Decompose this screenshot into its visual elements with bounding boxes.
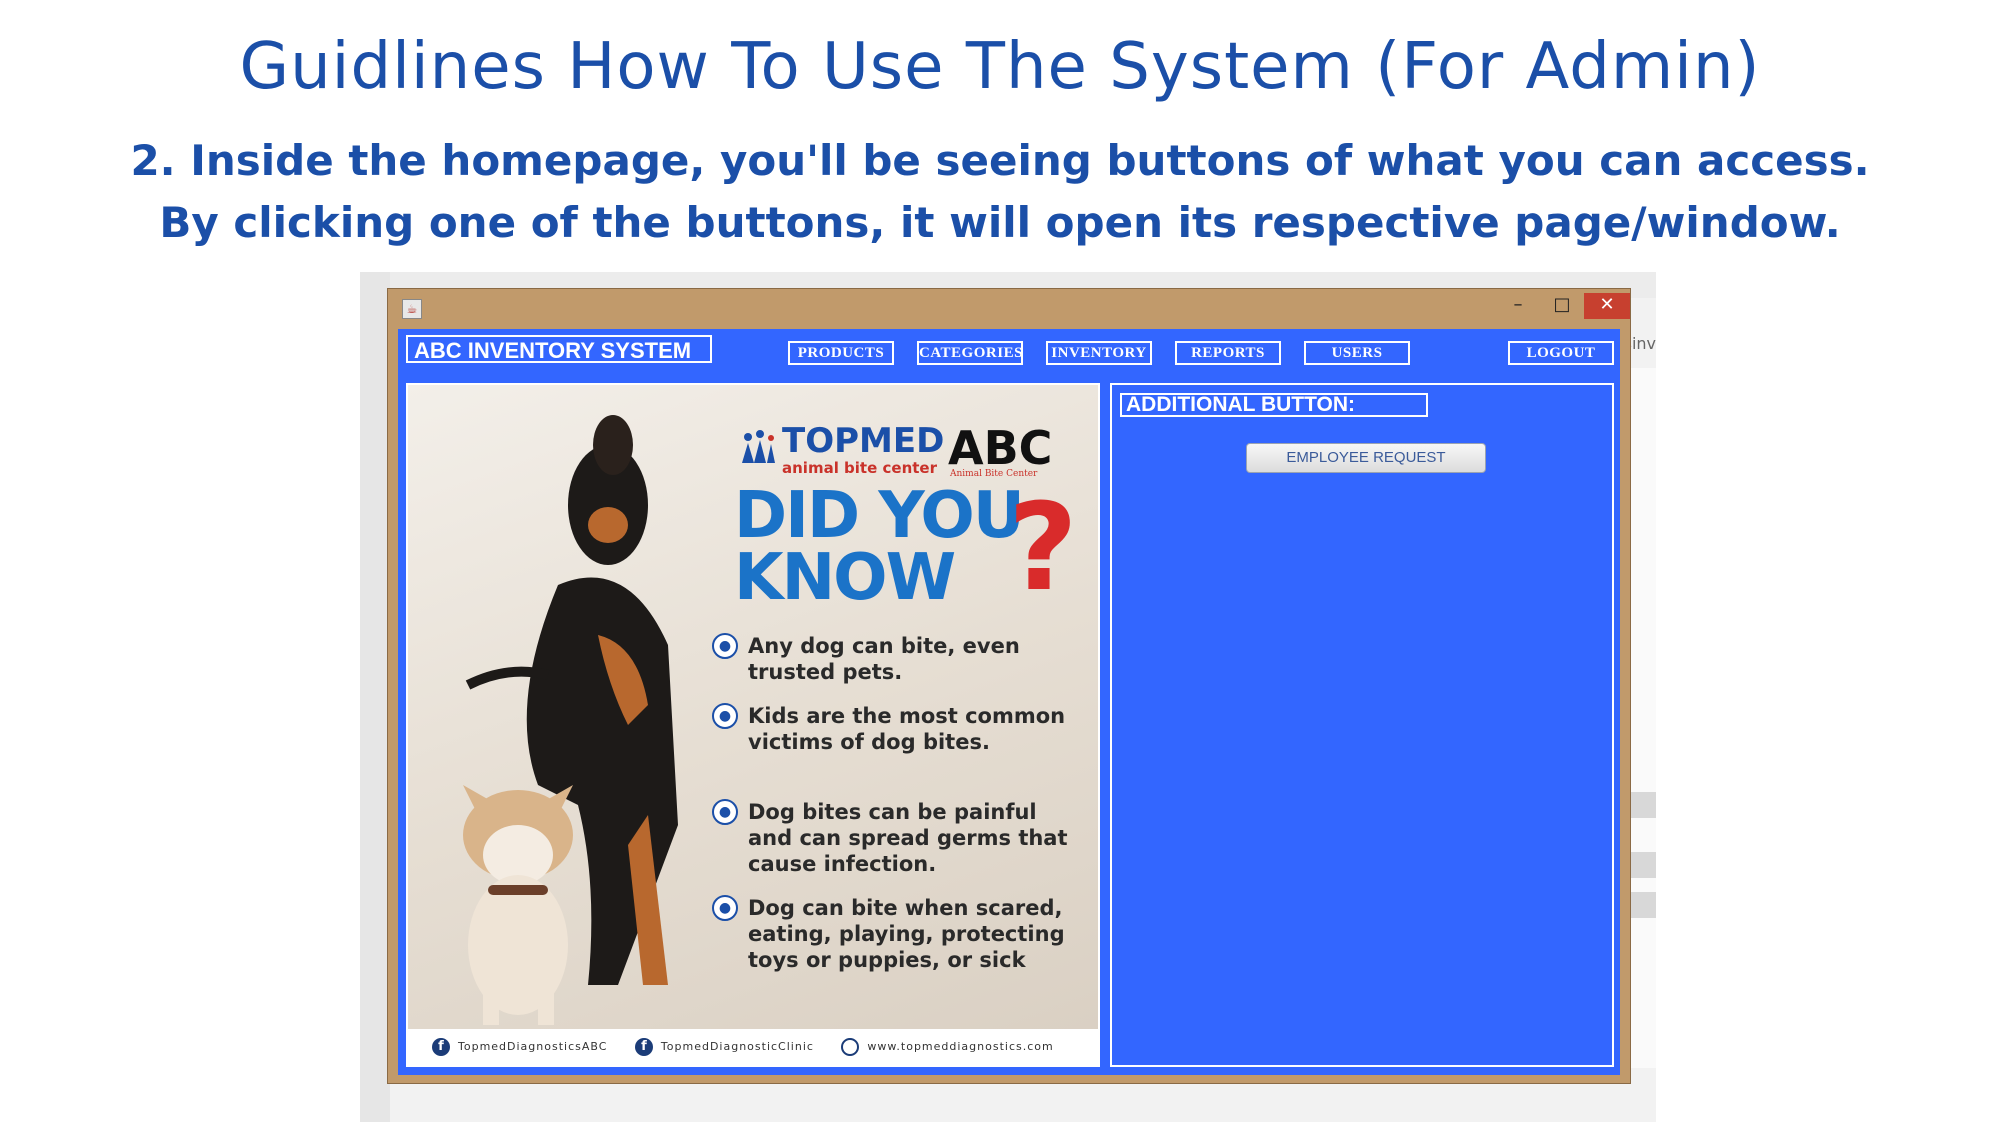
nav-inventory-button[interactable]: INVENTORY [1046, 341, 1152, 365]
java-app-icon: ☕ [402, 299, 422, 319]
nav-products-button[interactable]: PRODUCTS [788, 341, 894, 365]
employee-request-button[interactable]: EMPLOYEE REQUEST [1246, 443, 1486, 473]
topmed-logo-text: TOPMED [782, 421, 945, 461]
did-you-text: DID YOU [734, 479, 1025, 553]
facebook-icon: f [634, 1038, 653, 1056]
app-brand-title: ABC INVENTORY SYSTEM [406, 335, 712, 363]
dogs-illustration [463, 415, 678, 1025]
paw-icon: ● [712, 633, 738, 659]
homepage-content: ABC INVENTORY SYSTEM PRODUCTS CATEGORIES… [398, 329, 1620, 1075]
nav-users-button[interactable]: USERS [1304, 341, 1410, 365]
instruction-text: 2. Inside the homepage, you'll be seeing… [0, 130, 2000, 254]
did-you-know-heading: DID YOU KNOW [734, 479, 1025, 615]
footer-website: www.topmeddiagnostics.com [867, 1040, 1054, 1053]
fact-item: ● Dog bites can be painful and can sprea… [712, 799, 1086, 877]
abc-logo-subtitle: Animal Bite Center [950, 469, 1038, 479]
globe-icon [841, 1038, 860, 1056]
nav-categories-button[interactable]: CATEGORIES [917, 341, 1023, 365]
maximize-button[interactable]: □ [1540, 293, 1584, 319]
facebook-icon: f [432, 1038, 450, 1056]
abc-logo: ABC [948, 421, 1053, 475]
logout-button[interactable]: LOGOUT [1508, 341, 1614, 365]
topmed-logo-icon [742, 430, 775, 463]
additional-button-label: ADDITIONAL BUTTON: [1120, 393, 1428, 417]
poster-footer: f TopmedDiagnosticsABC f TopmedDiagnosticC… [408, 1029, 1098, 1065]
close-button[interactable]: ✕ [1584, 293, 1630, 319]
instruction-line-1: 2. Inside the homepage, you'll be seeing… [130, 136, 1870, 185]
window-titlebar[interactable]: ☕ – □ ✕ [388, 289, 1630, 325]
know-text: KNOW [734, 541, 956, 615]
paw-icon: ● [712, 799, 738, 825]
question-mark: ? [1008, 479, 1078, 618]
minimize-button[interactable]: – [1496, 293, 1540, 319]
instruction-line-2: By clicking one of the buttons, it will … [159, 198, 1841, 247]
top-navbar: ABC INVENTORY SYSTEM PRODUCTS CATEGORIES… [398, 329, 1620, 373]
fact-item: ● Any dog can bite, even trusted pets. [712, 633, 1086, 685]
page-title: Guidlines How To Use The System (For Adm… [239, 30, 1761, 104]
paw-icon: ● [712, 703, 738, 729]
additional-buttons-panel: ADDITIONAL BUTTON: EMPLOYEE REQUEST [1110, 383, 1614, 1067]
fact-item: ● Dog can bite when scared, eating, play… [712, 895, 1086, 973]
footer-facebook-2: TopmedDiagnosticClinic [660, 1040, 814, 1053]
nav-reports-button[interactable]: REPORTS [1175, 341, 1281, 365]
footer-facebook-1: TopmedDiagnosticsABC [458, 1040, 608, 1053]
fact-item: ● Kids are the most common victims of do… [712, 703, 1086, 755]
app-window: ☕ – □ ✕ ABC INVENTORY SYSTEM PRODUCTS CA… [387, 288, 1631, 1084]
did-you-know-poster: TOPMED animal bite center ABC Animal Bit… [406, 383, 1100, 1067]
topmed-tagline: animal bite center [782, 459, 937, 477]
ide-left-strip [360, 272, 390, 1122]
paw-icon: ● [712, 895, 738, 921]
